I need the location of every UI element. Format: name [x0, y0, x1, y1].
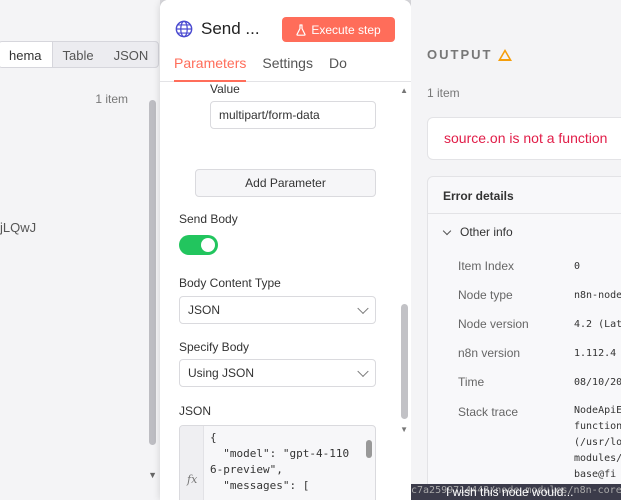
error-details-panel: Error details Other info Item Index 0 No… — [427, 176, 621, 496]
body-content-type-value: JSON — [188, 303, 221, 317]
modal-scrollbar[interactable] — [401, 304, 408, 419]
warning-icon — [498, 48, 513, 61]
node-type-key: Node type — [458, 288, 513, 302]
json-label: JSON — [179, 404, 212, 418]
bottom-bar: c7a2599714443/node_modules/n8n-core I wi… — [411, 484, 621, 500]
output-title-text: OUTPUT — [427, 47, 493, 62]
tab-settings[interactable]: Settings — [262, 55, 313, 82]
fx-icon[interactable]: fx — [187, 473, 197, 486]
globe-icon — [175, 20, 193, 38]
json-code[interactable]: { "model": "gpt-4-110 6-preview", "messa… — [210, 430, 349, 494]
tab-parameters[interactable]: Parameters — [174, 55, 247, 82]
stack-trace-value: NodeApiError function (/usr/loc modules/… — [574, 405, 621, 480]
send-body-toggle[interactable] — [179, 235, 218, 255]
tab-table[interactable]: Table — [53, 42, 104, 67]
scroll-up-icon[interactable]: ▲ — [400, 86, 408, 95]
editor-scrollbar[interactable] — [366, 440, 372, 458]
scroll-down-icon[interactable]: ▼ — [148, 470, 157, 480]
error-message: source.on is not a function — [427, 117, 621, 160]
node-type-value: n8n-nodes-base — [574, 290, 621, 301]
node-editor-modal: Send ... Execute step Parameters Setting… — [160, 0, 411, 500]
specify-body-value: Using JSON — [188, 366, 255, 380]
time-value: 08/10/2025 — [574, 377, 621, 388]
specify-body-select[interactable]: Using JSON — [179, 359, 376, 387]
item-index-key: Item Index — [458, 259, 515, 273]
feedback-prompt[interactable]: I wish this node would... — [446, 485, 573, 499]
tab-json[interactable]: JSON — [104, 42, 159, 67]
chevron-down-icon — [442, 226, 452, 235]
n8n-version-value: 1.112.4 — [574, 348, 617, 359]
node-version-value: 4.2 (Latest) — [574, 319, 621, 330]
specify-body-label: Specify Body — [179, 340, 250, 354]
modal-header: Send ... Execute step Parameters Setting… — [160, 0, 411, 82]
output-title: OUTPUT — [427, 47, 513, 62]
other-info-label: Other info — [460, 225, 513, 239]
flask-icon — [296, 23, 306, 36]
send-body-label: Send Body — [179, 212, 238, 226]
execute-step-label: Execute step — [311, 22, 381, 37]
json-editor[interactable]: fx { "model": "gpt-4-110 6-preview", "me… — [179, 425, 376, 500]
stack-trace-key: Stack trace — [458, 405, 519, 419]
time-key: Time — [458, 375, 485, 389]
body-content-type-select[interactable]: JSON — [179, 296, 376, 324]
node-title[interactable]: Send ... — [201, 19, 260, 39]
input-panel: hema Table JSON 1 item jLQwJ ▼ — [0, 0, 160, 500]
error-details-header[interactable]: Error details — [428, 177, 621, 214]
input-item-count: 1 item — [95, 92, 128, 106]
chevron-down-icon — [357, 365, 369, 378]
execute-step-button[interactable]: Execute step — [282, 17, 395, 42]
value-label: Value — [210, 82, 240, 96]
parameters-body: Value multipart/form-data Add Parameter … — [160, 82, 411, 500]
editor-gutter — [180, 426, 204, 500]
chevron-down-icon — [357, 302, 369, 315]
tab-docs[interactable]: Do — [329, 55, 347, 82]
body-content-type-label: Body Content Type — [179, 276, 281, 290]
add-parameter-button[interactable]: Add Parameter — [195, 169, 376, 197]
scroll-down-icon[interactable]: ▼ — [400, 425, 408, 434]
output-item-count: 1 item — [427, 86, 460, 100]
modal-tabs: Parameters Settings Do — [160, 55, 411, 82]
item-index-value: 0 — [574, 261, 581, 272]
value-input[interactable]: multipart/form-data — [210, 101, 376, 129]
tab-schema[interactable]: hema — [0, 42, 53, 67]
input-field-value: jLQwJ — [0, 220, 37, 235]
input-scrollbar[interactable] — [149, 100, 156, 445]
n8n-version-key: n8n version — [458, 346, 521, 360]
node-version-key: Node version — [458, 317, 529, 331]
other-info-toggle[interactable]: Other info — [442, 225, 513, 239]
output-panel: OUTPUT 1 item source.on is not a functio… — [411, 0, 621, 500]
input-view-tabs: hema Table JSON — [0, 41, 160, 68]
